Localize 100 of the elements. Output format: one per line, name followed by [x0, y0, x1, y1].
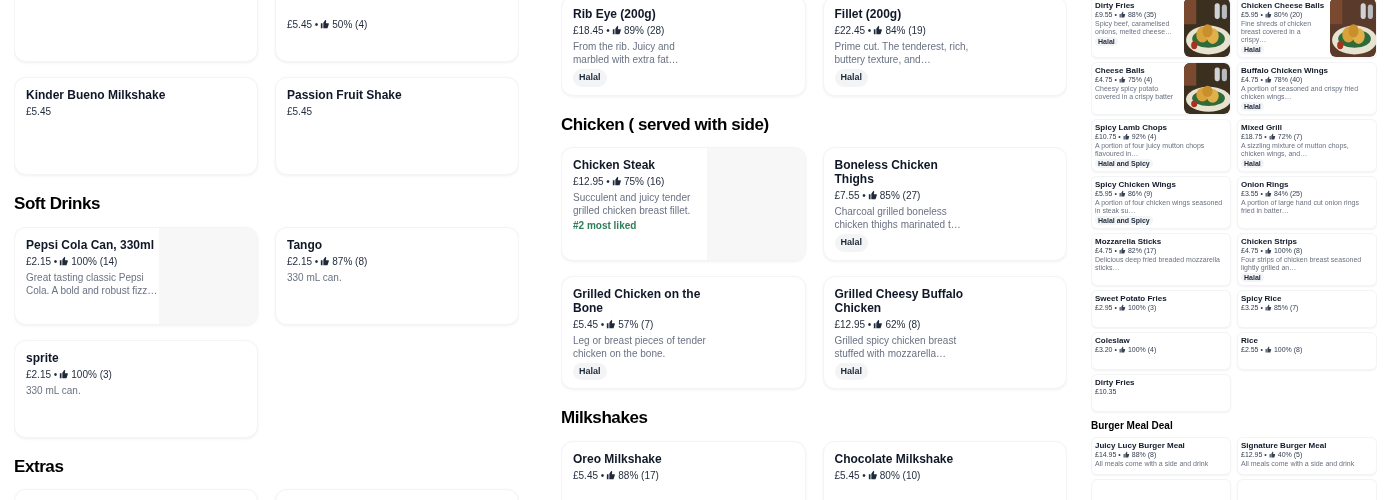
thumbs-up-icon [1118, 76, 1126, 83]
item-name: Mixed Grill [1241, 123, 1283, 132]
item-description: Leg or breast pieces of tender chicken on the bone. [573, 333, 707, 360]
thumbs-up-icon [611, 25, 622, 35]
item-rating: 89% (28) [623, 25, 665, 36]
item-rating: 85% (27) [879, 190, 921, 201]
item-price: £18.45 • [573, 25, 610, 36]
menu-item-card[interactable]: Tango £2.15 • 87% (8) 330 mL can. [275, 226, 519, 325]
item-price: £5.45 [287, 106, 313, 117]
thumbs-up-icon [1118, 190, 1126, 197]
menu-item-card[interactable]: £5.45 • 50% (4) [275, 0, 519, 62]
thumbs-up-icon [1264, 76, 1272, 83]
item-description: Prime cut. The tenderest, rich, buttery texture, and… [834, 40, 970, 66]
menu-item-card[interactable]: sprite £2.15 • 100% (3) 330 mL can. [14, 339, 258, 438]
item-name: Chicken Strips [1241, 237, 1298, 246]
thumbs-up-icon [1122, 133, 1130, 140]
item-name: Sweet Potato Fries [1095, 294, 1168, 303]
item-name: Spicy Chicken Wings [1095, 180, 1177, 189]
section-heading: Chicken ( served with side) [561, 113, 770, 136]
item-description: From the rib. Juicy and marbled with extra fat… [573, 40, 680, 66]
item-name: Boneless Chicken Thighs [834, 158, 939, 186]
item-name: Onion Rings [1241, 180, 1290, 189]
thumbs-up-icon [606, 469, 617, 480]
item-rating: 100% (3) [71, 368, 112, 380]
thumbs-up-icon [867, 190, 878, 200]
item-price: £2.15 • [26, 255, 58, 267]
item-price: £2.15 • [287, 255, 319, 267]
thumbs-up-icon [1264, 247, 1272, 254]
menu-item-card[interactable]: Kinder Bueno Milkshake £5.45 [14, 77, 258, 175]
menu-item-card[interactable]: Pepsi Cola Can, 330ml £2.15 • 100% (14) Great tasting classic Pepsi Cola. A bold and robust fizz… [14, 226, 258, 325]
item-rating: 75% (16) [623, 176, 665, 187]
item-name: Pepsi Cola Can, 330ml [26, 237, 156, 252]
thumbs-up-icon [867, 469, 878, 480]
item-price: £5.45 [26, 106, 52, 117]
halal-tag: Halal [834, 362, 868, 380]
menu-item-card[interactable]: Grilled Chicken on the Bone £5.45 • 57% (7) Leg or breast pieces of tender chicken on the bone. Halal [561, 275, 806, 389]
item-price: £2.15 • [26, 368, 58, 380]
item-name: Coleslaw [1095, 336, 1131, 345]
item-description: 330 mL can. [287, 270, 343, 284]
item-name: Passion Fruit Shake [287, 88, 403, 102]
item-name: Oreo Milkshake [573, 451, 663, 466]
thumbs-up-icon [1118, 11, 1126, 18]
item-name: Kinder Bueno Milkshake [26, 88, 166, 102]
item-description: Charcoal grilled boneless chicken thighs marinated t… [834, 205, 962, 231]
item-rating: 80% (10) [879, 469, 921, 481]
menu-item-card[interactable]: Chicken Steak £12.95 • 75% (16) Succulent and juicy tender grilled chicken breast fillet. #2 most liked [561, 147, 806, 261]
thumbs-up-icon [1122, 451, 1130, 458]
section-heading: Soft Drinks [14, 193, 101, 215]
section-heading: Extras [14, 455, 65, 478]
item-name: Spicy Lamb Chops [1095, 123, 1168, 132]
thumbs-up-icon [873, 318, 884, 329]
most-liked-label: #2 most liked [573, 219, 638, 233]
item-name: Chicken Cheese Balls [1241, 1, 1326, 10]
item-name: Grilled Chicken on the Bone [573, 286, 702, 315]
thumbs-up-icon [1118, 247, 1126, 254]
halal-tag: Halal [834, 69, 868, 87]
item-rating: 87% (8) [332, 255, 368, 267]
thumbs-up-icon [1264, 190, 1272, 197]
thumbs-up-icon [1118, 346, 1126, 353]
menu-item-card[interactable]: Rib Eye (200g) £18.45 • 89% (28) From the rib. Juicy and marbled with extra fat… Halal [561, 0, 806, 96]
halal-tag: Halal [573, 69, 607, 87]
halal-tag: Halal [834, 234, 868, 252]
item-name: Dirty Fries [1095, 1, 1136, 10]
menu-item-card[interactable]: Oreo Milkshake £5.45 • 88% (17) [561, 440, 806, 500]
thumbs-up-icon [320, 255, 331, 266]
menu-item-card[interactable]: Passion Fruit Shake £5.45 [275, 77, 519, 175]
item-rating: 100% (14) [71, 255, 118, 267]
item-name: Spicy Rice [1241, 294, 1283, 303]
thumbs-up-icon [1268, 133, 1276, 140]
halal-tag: Halal [573, 362, 607, 380]
menu-item-card[interactable]: Chocolate Milkshake £5.45 • 80% (10) [822, 440, 1067, 500]
thumbs-up-icon [59, 255, 70, 266]
item-price: £5.45 • [287, 19, 319, 30]
menu-item-card[interactable]: Boneless Chicken Thighs £7.55 • 85% (27) Charcoal grilled boneless chicken thighs marinated t… Halal [822, 147, 1067, 261]
thumbs-up-icon [320, 19, 331, 29]
item-rating: 57% (7) [618, 318, 654, 330]
item-description: Grilled spicy chicken breast stuffed with mozzarella… [834, 333, 958, 360]
menu-item-card[interactable]: Grilled Cheesy Buffalo Chicken £12.95 • 62% (8) Grilled spicy chicken breast stuffed with mozzarella… Halal [822, 275, 1067, 389]
item-name: Buffalo Chicken Wings [1241, 66, 1330, 75]
item-price: £12.95 • [834, 318, 872, 330]
item-name: Signature Burger Meal [1241, 441, 1328, 450]
item-rating: 50% (4) [332, 19, 368, 30]
thumbs-up-icon [873, 25, 884, 35]
item-price: £5.45 • [834, 469, 866, 481]
thumbs-up-icon [1268, 451, 1276, 458]
item-description: 330 mL can. [26, 383, 82, 397]
menu-item-card[interactable]: Fillet (200g) £22.45 • 84% (19) Prime cut. The tenderest, rich, buttery texture, and… Halal [822, 0, 1067, 96]
item-price: £12.95 • [573, 176, 610, 187]
item-rating: 88% (17) [618, 469, 659, 481]
item-name: Rib Eye (200g) [573, 7, 657, 21]
item-name: Dirty Fries [1095, 378, 1136, 387]
item-description: Great tasting classic Pepsi Cola. A bold and robust fizz… [26, 270, 159, 297]
item-rating: 62% (8) [885, 318, 921, 330]
item-name: Cheese Balls [1095, 66, 1146, 75]
item-name: Tango [287, 237, 324, 252]
thumbs-up-icon [1264, 304, 1272, 311]
thumbs-up-icon [1264, 346, 1272, 353]
thumbs-up-icon [1118, 304, 1126, 311]
item-price: £5.45 • [573, 469, 605, 481]
thumbs-up-icon [606, 318, 617, 329]
